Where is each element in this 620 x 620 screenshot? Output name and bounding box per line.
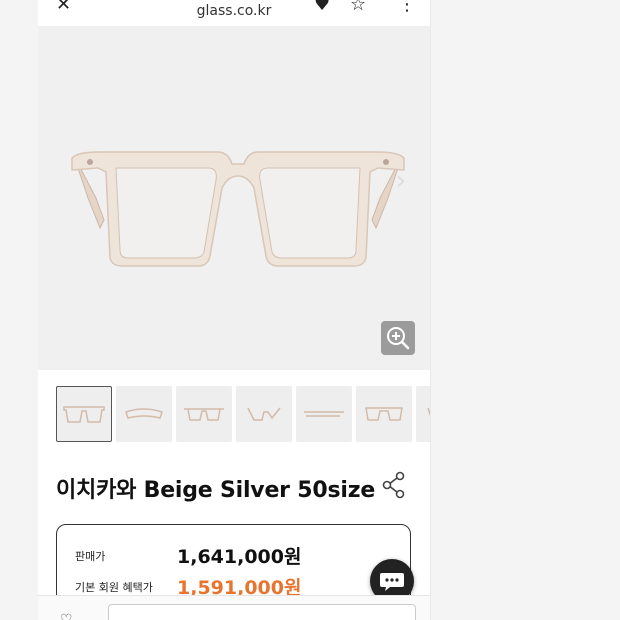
sale-price-row: 판매가 1,641,000원	[75, 542, 301, 569]
thumbnail-strip	[56, 386, 430, 442]
thumbnail-4[interactable]	[236, 386, 292, 442]
glasses-image	[71, 151, 405, 267]
thumbnail-6[interactable]	[356, 386, 412, 442]
product-page: ✕ glass.co.kr ♥ ☆ ⋮ › 이치카와 Beige Silver …	[38, 0, 430, 620]
browser-top-bar: ✕ glass.co.kr ♥ ☆ ⋮	[38, 0, 430, 26]
thumbnail-5[interactable]	[296, 386, 352, 442]
sale-price-label: 판매가	[75, 549, 106, 563]
url-text[interactable]: glass.co.kr	[38, 3, 430, 19]
bottom-option-field[interactable]	[108, 604, 416, 620]
more-icon[interactable]: ⋮	[398, 0, 416, 15]
bottom-action-bar: ♡	[38, 595, 430, 620]
product-title: 이치카와 Beige Silver 50size	[56, 478, 376, 503]
bell-icon[interactable]: ♥	[314, 0, 330, 15]
heart-icon[interactable]: ♡	[60, 612, 73, 620]
zoom-in-button[interactable]	[381, 321, 415, 355]
member-price-label: 기본 회원 혜택가	[75, 580, 153, 594]
share-icon[interactable]	[381, 470, 407, 500]
thumbnail-2[interactable]	[116, 386, 172, 442]
bookmark-icon[interactable]: ☆	[350, 0, 366, 15]
thumbnail-3[interactable]	[176, 386, 232, 442]
product-main-image[interactable]: ›	[38, 26, 430, 370]
thumbnail-1[interactable]	[56, 386, 112, 442]
zoom-in-icon	[387, 327, 410, 350]
page-edge-divider	[430, 0, 431, 620]
thumbnail-7[interactable]	[416, 386, 430, 442]
chevron-right-icon[interactable]: ›	[390, 166, 412, 196]
sale-price-value: 1,641,000원	[177, 546, 302, 568]
